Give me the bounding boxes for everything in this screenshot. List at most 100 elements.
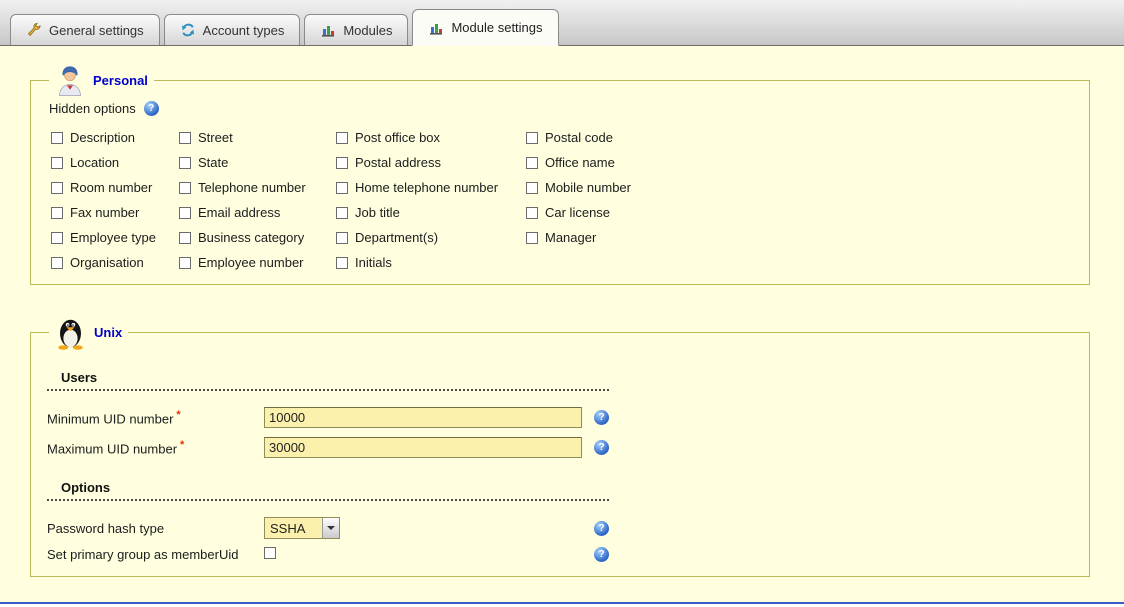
hidden-option-checkbox[interactable]	[51, 182, 63, 194]
tab-bar: General settings Account types	[0, 0, 1124, 46]
unix-fieldset: Unix Users Minimum UID number* ? Maximum…	[30, 315, 1090, 577]
hidden-option-checkbox[interactable]	[526, 207, 538, 219]
hidden-option-checkbox[interactable]	[51, 207, 63, 219]
tab-label: Module settings	[451, 20, 542, 35]
hidden-option-checkbox[interactable]	[526, 157, 538, 169]
min-uid-input[interactable]	[264, 407, 582, 428]
checkbox-label: Location	[70, 155, 119, 170]
hidden-option-checkbox[interactable]	[179, 207, 191, 219]
checkbox-label: Organisation	[70, 255, 144, 270]
required-marker: *	[180, 439, 184, 451]
hidden-option-item[interactable]: State	[179, 155, 336, 170]
hidden-option-checkbox[interactable]	[336, 157, 348, 169]
hidden-option-checkbox[interactable]	[526, 132, 538, 144]
checkbox-label: Postal address	[355, 155, 441, 170]
max-uid-label: Maximum UID number*	[47, 439, 264, 456]
checkbox-label: Street	[198, 130, 233, 145]
hidden-options-label: Hidden options	[49, 101, 136, 116]
hidden-option-item[interactable]: Job title	[336, 205, 526, 220]
personal-fieldset: Personal Hidden options ? Description St…	[30, 64, 1090, 285]
hidden-option-item[interactable]: Location	[51, 155, 179, 170]
hidden-option-item[interactable]: Department(s)	[336, 230, 526, 245]
tab-account-types[interactable]: Account types	[164, 14, 301, 45]
checkbox-label: Email address	[198, 205, 280, 220]
hidden-option-checkbox[interactable]	[51, 232, 63, 244]
hidden-option-checkbox[interactable]	[526, 232, 538, 244]
hidden-option-item[interactable]: Initials	[336, 255, 526, 270]
tab-module-settings[interactable]: Module settings	[412, 9, 558, 46]
hidden-option-checkbox[interactable]	[336, 257, 348, 269]
content-area: Personal Hidden options ? Description St…	[0, 46, 1124, 602]
required-marker: *	[176, 409, 180, 421]
help-icon[interactable]: ?	[594, 410, 609, 425]
checkbox-label: Mobile number	[545, 180, 631, 195]
hidden-option-checkbox[interactable]	[179, 257, 191, 269]
member-uid-row: Set primary group as memberUid ?	[47, 547, 1073, 562]
hidden-option-checkbox[interactable]	[179, 132, 191, 144]
help-icon[interactable]: ?	[594, 547, 609, 562]
tab-label: General settings	[49, 23, 144, 38]
checkbox-label: Post office box	[355, 130, 440, 145]
member-uid-checkbox[interactable]	[264, 547, 276, 559]
unix-legend-label: Unix	[94, 325, 122, 340]
hidden-option-item[interactable]: Business category	[179, 230, 336, 245]
hidden-option-checkbox[interactable]	[51, 157, 63, 169]
hidden-option-item[interactable]: Home telephone number	[336, 180, 526, 195]
max-uid-row: Maximum UID number* ?	[47, 437, 1073, 458]
checkbox-label: Room number	[70, 180, 152, 195]
checkbox-label: Postal code	[545, 130, 613, 145]
hidden-option-item[interactable]: Postal code	[526, 130, 1073, 145]
hidden-option-item[interactable]: Employee type	[51, 230, 179, 245]
hidden-option-item[interactable]: Manager	[526, 230, 1073, 245]
hidden-option-checkbox[interactable]	[179, 182, 191, 194]
bottom-divider	[0, 602, 1124, 604]
checkbox-label: Employee number	[198, 255, 304, 270]
hidden-option-item[interactable]: Post office box	[336, 130, 526, 145]
checkbox-label: Car license	[545, 205, 610, 220]
hidden-options-row: Hidden options ?	[49, 101, 1073, 116]
tab-modules[interactable]: Modules	[304, 14, 408, 45]
hidden-option-checkbox[interactable]	[336, 232, 348, 244]
hidden-option-item[interactable]: Telephone number	[179, 180, 336, 195]
tab-label: Modules	[343, 23, 392, 38]
help-icon[interactable]: ?	[144, 101, 159, 116]
hidden-option-checkbox[interactable]	[336, 207, 348, 219]
hidden-option-checkbox[interactable]	[179, 157, 191, 169]
min-uid-row: Minimum UID number* ?	[47, 407, 1073, 428]
person-icon	[55, 64, 85, 97]
checkbox-label: Office name	[545, 155, 615, 170]
help-icon[interactable]: ?	[594, 440, 609, 455]
hidden-option-checkbox[interactable]	[179, 232, 191, 244]
checkbox-label: Business category	[198, 230, 304, 245]
hidden-option-checkbox[interactable]	[336, 182, 348, 194]
help-icon[interactable]: ?	[594, 521, 609, 536]
hidden-option-item[interactable]: Fax number	[51, 205, 179, 220]
hidden-option-item[interactable]: Car license	[526, 205, 1073, 220]
hidden-option-item[interactable]: Postal address	[336, 155, 526, 170]
tux-penguin-icon	[55, 315, 86, 350]
password-hash-select[interactable]: SSHA	[264, 517, 340, 539]
checkbox-label: Telephone number	[198, 180, 306, 195]
hidden-option-item[interactable]: Organisation	[51, 255, 179, 270]
checkbox-label: Job title	[355, 205, 400, 220]
checkbox-label: State	[198, 155, 228, 170]
checkbox-label: Description	[70, 130, 135, 145]
member-uid-label: Set primary group as memberUid	[47, 547, 264, 562]
hidden-option-item[interactable]: Description	[51, 130, 179, 145]
hidden-option-checkbox[interactable]	[51, 257, 63, 269]
hidden-option-item[interactable]: Mobile number	[526, 180, 1073, 195]
tab-general-settings[interactable]: General settings	[10, 14, 160, 45]
hidden-option-checkbox[interactable]	[51, 132, 63, 144]
hidden-option-checkbox[interactable]	[526, 182, 538, 194]
checkbox-label: Department(s)	[355, 230, 438, 245]
hidden-option-item[interactable]: Employee number	[179, 255, 336, 270]
hidden-option-checkbox[interactable]	[336, 132, 348, 144]
hidden-option-item[interactable]: Room number	[51, 180, 179, 195]
max-uid-input[interactable]	[264, 437, 582, 458]
account-types-icon	[180, 22, 196, 38]
hidden-option-item[interactable]: Office name	[526, 155, 1073, 170]
hidden-option-item[interactable]: Email address	[179, 205, 336, 220]
min-uid-label: Minimum UID number*	[47, 409, 264, 426]
modules-icon	[320, 22, 336, 38]
hidden-option-item[interactable]: Street	[179, 130, 336, 145]
